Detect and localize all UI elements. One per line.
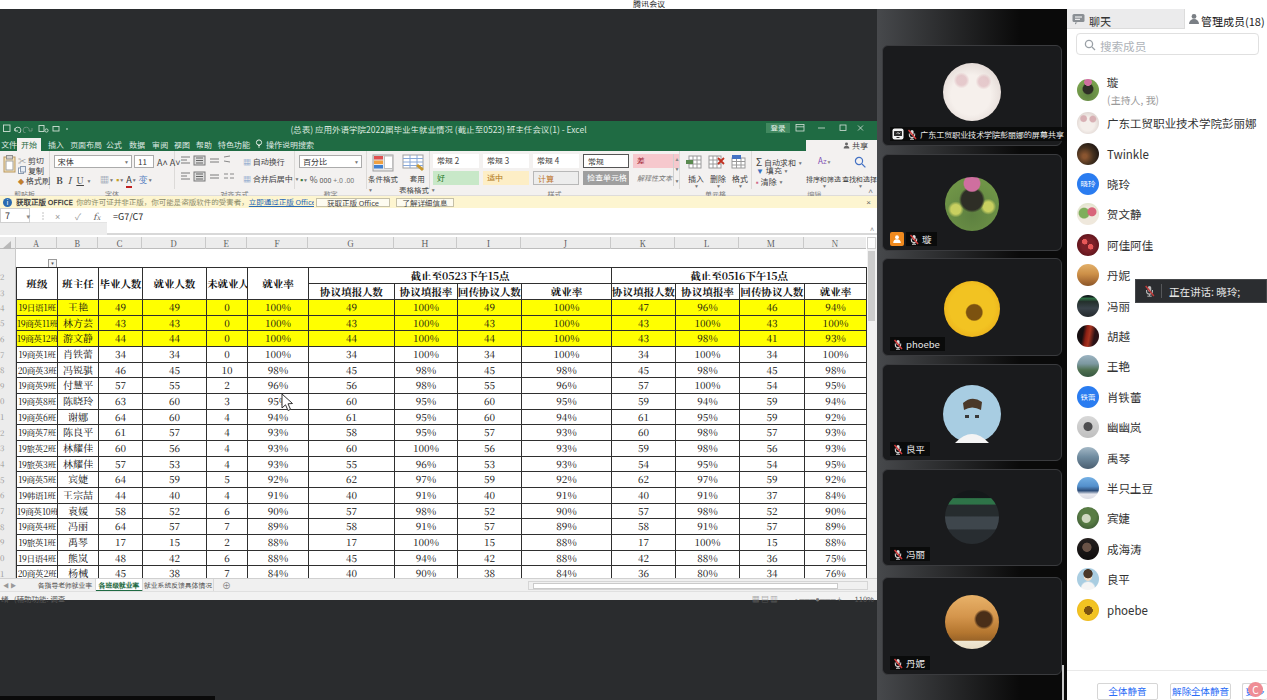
svg-text:i: i bbox=[7, 198, 9, 207]
